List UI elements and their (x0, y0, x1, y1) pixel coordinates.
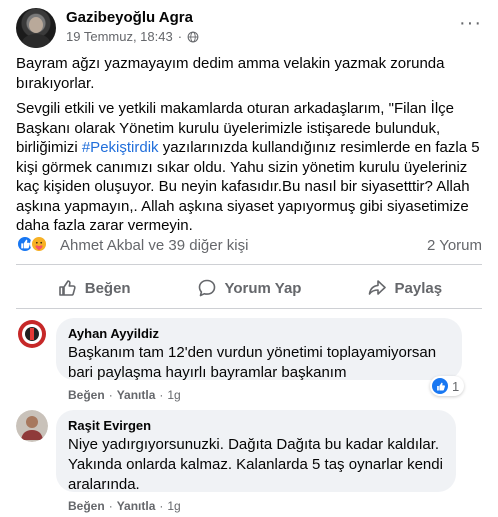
comment-text: Niye yadırgıyorsunuzki. Dağıta Dağıta bu… (68, 436, 443, 493)
like-label: Beğen (84, 279, 131, 297)
care-reaction-icon (30, 235, 48, 253)
post-paragraph-1: Bayram ağzı yazmayayım dedim amma velaki… (16, 55, 445, 92)
post-paragraph-2: Sevgili etkili ve yetkili makamlarda otu… (16, 99, 486, 236)
comment-label: Yorum Yap (224, 279, 302, 297)
comment-action-separator: · (159, 388, 164, 402)
comment-reaction-count[interactable]: 1 (430, 376, 465, 396)
comment-like-link[interactable]: Beğen (68, 388, 105, 402)
share-icon (368, 280, 386, 295)
divider-bottom (16, 308, 482, 309)
comment-bubble: Raşit Evirgen Niye yadırgıyorsunuzki. Da… (56, 410, 456, 493)
facebook-post: Gazibeyoğlu Agra 19 Temmuz, 18:43 · ··· … (0, 0, 498, 517)
like-reaction-icon (432, 378, 448, 394)
comment-like-link[interactable]: Beğen (68, 499, 105, 513)
reaction-summary[interactable]: Ahmet Akbal ve 39 diğer kişi (60, 237, 248, 254)
author-name[interactable]: Gazibeyoğlu Agra (66, 9, 193, 26)
comment-reply-link[interactable]: Yanıtla (117, 388, 156, 402)
meta-separator: · (177, 29, 183, 44)
comment-icon (198, 279, 215, 297)
author-avatar[interactable] (16, 8, 56, 48)
hashtag-link[interactable]: #Pekiştirdik (82, 139, 159, 156)
comment-actions: Beğen · Yanıtla · 1g (68, 499, 181, 513)
comment-item: Raşit Evirgen Niye yadırgıyorsunuzki. Da… (16, 410, 482, 516)
comment-button[interactable]: Yorum Yap (171, 270, 326, 306)
thumbs-up-icon (58, 280, 76, 296)
comment-count[interactable]: 2 Yorum (427, 237, 482, 254)
comment-reply-link[interactable]: Yanıtla (117, 499, 156, 513)
globe-icon[interactable] (187, 31, 199, 43)
reactions-bar: Ahmet Akbal ve 39 diğer kişi 2 Yorum (16, 235, 482, 255)
comment-item: Ayhan Ayyildiz Başkanım tam 12'den vurdu… (16, 318, 482, 404)
share-button[interactable]: Paylaş (327, 270, 482, 306)
like-button[interactable]: Beğen (16, 270, 171, 306)
more-icon[interactable]: ··· (459, 13, 482, 33)
commenter-avatar[interactable] (16, 318, 48, 350)
commenter-name[interactable]: Ayhan Ayyildiz (68, 326, 450, 342)
avatar-body (22, 34, 50, 48)
comment-action-separator: · (108, 499, 113, 513)
post-meta: 19 Temmuz, 18:43 · (66, 29, 199, 44)
post-actions: Beğen Yorum Yap Paylaş (16, 270, 482, 306)
commenter-name[interactable]: Raşit Evirgen (68, 418, 444, 434)
comment-action-separator: · (108, 388, 113, 402)
avatar-face (29, 17, 43, 33)
comment-actions: Beğen · Yanıtla · 1g (68, 388, 181, 402)
post-body: Bayram ağzı yazmayayım dedim amma velaki… (16, 54, 486, 242)
comment-time[interactable]: 1g (167, 499, 180, 513)
comment-text: Başkanım tam 12'den vurdun yönetimi topl… (68, 344, 437, 381)
post-date[interactable]: 19 Temmuz, 18:43 (66, 29, 173, 44)
divider-top (16, 264, 482, 265)
share-label: Paylaş (394, 279, 443, 297)
commenter-avatar[interactable] (16, 410, 48, 442)
post-header: Gazibeyoğlu Agra 19 Temmuz, 18:43 · ··· (16, 7, 482, 48)
comment-reaction-number: 1 (452, 378, 460, 394)
comment-action-separator: · (159, 499, 164, 513)
comment-bubble: Ayhan Ayyildiz Başkanım tam 12'den vurdu… (56, 318, 462, 381)
comment-time[interactable]: 1g (167, 388, 180, 402)
reaction-icons[interactable] (16, 235, 48, 253)
